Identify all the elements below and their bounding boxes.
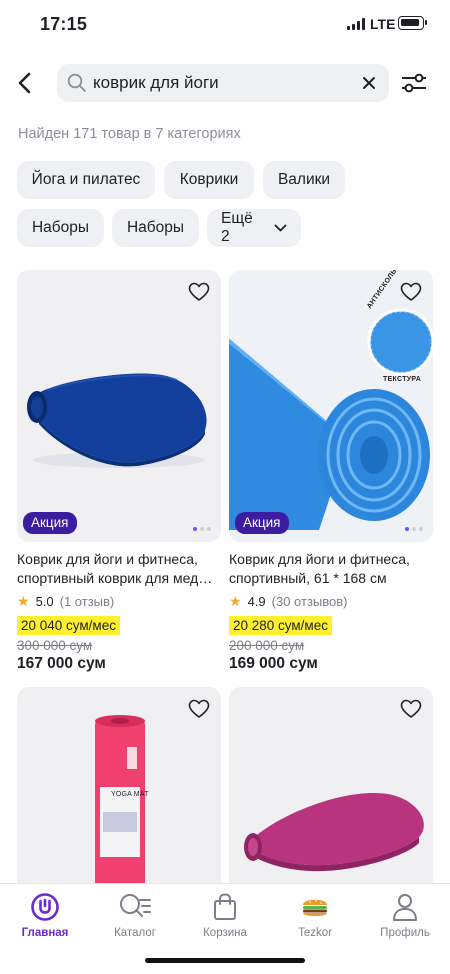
filter-button[interactable] bbox=[397, 66, 431, 100]
chip-yoga-pilates[interactable]: Йога и пилатес bbox=[17, 161, 155, 199]
shopping-bag-icon bbox=[208, 890, 242, 924]
close-icon bbox=[363, 77, 375, 89]
clear-search-button[interactable] bbox=[357, 71, 381, 95]
user-icon bbox=[388, 890, 422, 924]
search-box[interactable] bbox=[57, 64, 389, 102]
status-bar: 17:15 LTE bbox=[0, 0, 450, 50]
favorite-button[interactable] bbox=[187, 697, 211, 721]
product-title[interactable]: Коврик для йоги и фитнеса, bbox=[17, 550, 217, 569]
filter-sliders-icon bbox=[402, 73, 426, 93]
tab-catalog[interactable]: Каталог bbox=[90, 890, 180, 939]
tab-label: Главная bbox=[21, 927, 69, 939]
chip-label: Коврики bbox=[179, 171, 239, 188]
chip-more[interactable]: Ещё 2 bbox=[207, 209, 301, 247]
network-type: LTE bbox=[370, 16, 396, 32]
favorite-button[interactable] bbox=[399, 280, 423, 304]
image-pager-dots bbox=[405, 527, 423, 531]
product-rating: ★ 4.9 (30 отзывов) bbox=[229, 593, 433, 610]
installment-price: 20 280 сум/мес bbox=[229, 616, 332, 635]
chip-label: Наборы bbox=[31, 219, 90, 236]
chip-label: Ещё 2 bbox=[221, 210, 253, 245]
home-indicator bbox=[145, 958, 305, 963]
star-icon: ★ bbox=[17, 593, 30, 609]
search-input[interactable] bbox=[93, 68, 343, 98]
chip-label: Валики bbox=[277, 171, 331, 188]
chip-label: Наборы bbox=[126, 219, 185, 236]
catalog-search-icon bbox=[118, 890, 152, 924]
texture-label-bottom: ТЕКСТУРА bbox=[383, 376, 422, 383]
chip-rollers[interactable]: Валики bbox=[263, 161, 345, 199]
product-image[interactable]: Акция bbox=[17, 270, 221, 542]
old-price: 200 000 сум bbox=[229, 638, 305, 653]
yoga-mat-image bbox=[27, 373, 207, 468]
tab-cart[interactable]: Корзина bbox=[180, 890, 270, 939]
installment-price: 20 040 сум/мес bbox=[17, 616, 120, 635]
product-card[interactable]: АНТИСКОЛЬЗЯЩАЯ ТЕКСТУРА Акция Коврик для… bbox=[229, 270, 433, 673]
product-rating: ★ 5.0 (1 отзыв) bbox=[17, 593, 221, 610]
chip-label: Йога и пилатес bbox=[31, 171, 141, 188]
current-price: 167 000 сум bbox=[17, 655, 106, 672]
rating-value: 4.9 bbox=[247, 594, 266, 609]
yoga-mat-label: YOGA MAT bbox=[111, 791, 149, 798]
heart-icon bbox=[188, 699, 210, 718]
yoga-mat-image bbox=[229, 270, 433, 542]
tab-label: Каталог bbox=[114, 927, 156, 939]
home-logo-icon bbox=[28, 890, 62, 924]
tab-tezkor[interactable]: Tezkor bbox=[270, 890, 360, 939]
review-count: (1 отзыв) bbox=[59, 594, 115, 609]
tab-profile[interactable]: Профиль bbox=[360, 890, 450, 939]
product-card[interactable]: Акция Коврик для йоги и фитнеса, спортив… bbox=[17, 270, 221, 673]
results-count: Найден 171 товар в 7 категориях bbox=[18, 126, 241, 142]
tab-label: Корзина bbox=[203, 927, 247, 939]
heart-icon bbox=[400, 282, 422, 301]
product-image[interactable]: АНТИСКОЛЬЗЯЩАЯ ТЕКСТУРА Акция bbox=[229, 270, 433, 542]
tab-label: Tezkor bbox=[298, 927, 332, 939]
heart-icon bbox=[188, 282, 210, 301]
back-button[interactable] bbox=[8, 66, 42, 100]
current-price: 169 000 сум bbox=[229, 655, 318, 672]
product-title-line2[interactable]: спортивный коврик для медита… bbox=[17, 569, 217, 588]
rating-value: 5.0 bbox=[35, 594, 54, 609]
promo-badge: Акция bbox=[235, 512, 289, 534]
burger-icon bbox=[298, 890, 332, 924]
favorite-button[interactable] bbox=[187, 280, 211, 304]
tab-home[interactable]: Главная bbox=[0, 890, 90, 939]
chevron-down-icon bbox=[274, 224, 287, 232]
signal-icon bbox=[347, 18, 365, 30]
chevron-left-icon bbox=[18, 72, 31, 94]
chip-sets-2[interactable]: Наборы bbox=[112, 209, 199, 247]
chip-sets-1[interactable]: Наборы bbox=[17, 209, 104, 247]
battery-icon bbox=[398, 16, 427, 30]
status-time: 17:15 bbox=[40, 14, 88, 34]
favorite-button[interactable] bbox=[399, 697, 423, 721]
chip-mats[interactable]: Коврики bbox=[164, 161, 254, 199]
search-icon bbox=[63, 69, 91, 97]
star-icon: ★ bbox=[229, 593, 242, 609]
tab-label: Профиль bbox=[380, 927, 430, 939]
old-price: 300 000 сум bbox=[17, 638, 93, 653]
product-title-line2[interactable]: спортивный, 61 * 168 см bbox=[229, 569, 429, 588]
product-title[interactable]: Коврик для йоги и фитнеса, bbox=[229, 550, 429, 569]
image-pager-dots bbox=[193, 527, 211, 531]
promo-badge: Акция bbox=[23, 512, 77, 534]
heart-icon bbox=[400, 699, 422, 718]
review-count: (30 отзывов) bbox=[271, 594, 348, 609]
